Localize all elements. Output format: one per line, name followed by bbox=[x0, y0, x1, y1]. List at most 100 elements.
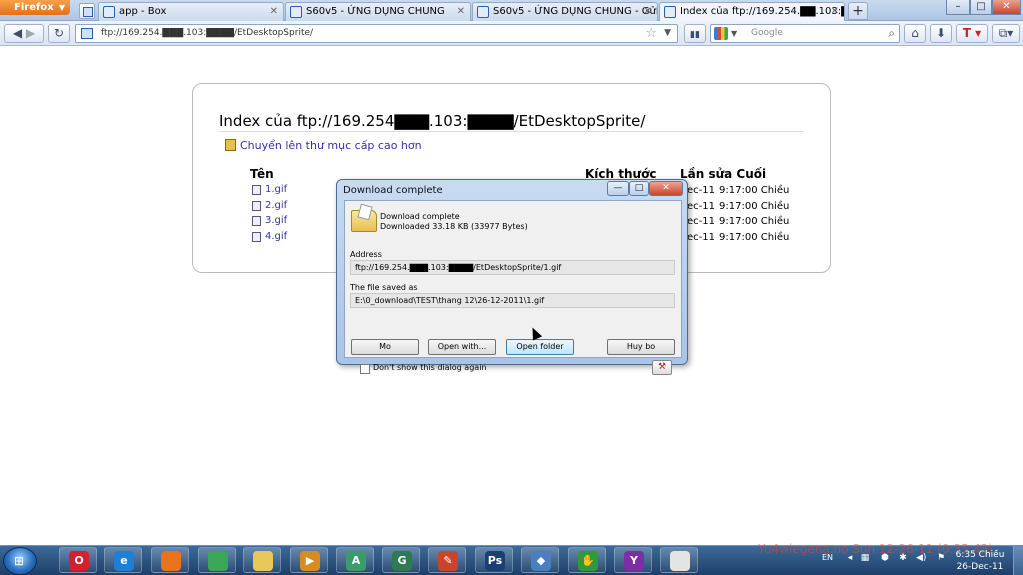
tray-network-icon[interactable]: ▦ bbox=[860, 553, 870, 563]
addon-button[interactable]: ⧉▾ bbox=[992, 24, 1020, 43]
close-icon[interactable]: ✕ bbox=[831, 6, 839, 17]
column-header-modified[interactable]: Lần sửa Cuối bbox=[680, 167, 766, 181]
cancel-button[interactable]: Huy bo bbox=[607, 339, 675, 355]
file-link[interactable]: 2.gif bbox=[252, 200, 287, 211]
search-bar[interactable]: ▼ Google ⌕ bbox=[710, 24, 900, 43]
tab-s60v5[interactable]: S60v5 - ỨNG DỤNG CHUNG ✕ bbox=[285, 2, 471, 21]
column-header-name[interactable]: Tên bbox=[250, 167, 274, 181]
address-field: ftp://169.254.▇▇▇.103:▇▇▇▇/EtDesktopSpri… bbox=[350, 260, 675, 275]
download-complete-dialog: Download complete — □ ✕ Download complet… bbox=[336, 179, 688, 375]
title-divider bbox=[219, 131, 804, 132]
ftp-favicon-icon bbox=[664, 6, 676, 18]
firefox-icon bbox=[161, 551, 181, 571]
navigation-bar: ◀ ▶ ↻ ftp://169.254.▇▇▇.103:▇▇▇▇/EtDeskt… bbox=[0, 21, 1023, 46]
new-tab-button[interactable]: + bbox=[848, 2, 868, 20]
dont-show-again-checkbox[interactable] bbox=[360, 364, 370, 374]
search-placeholder: Google bbox=[751, 28, 783, 38]
dialog-minimize-button[interactable]: — bbox=[607, 181, 629, 196]
file-link[interactable]: 3.gif bbox=[252, 215, 287, 226]
bar-chart-icon: ▮▮ bbox=[690, 30, 700, 40]
tab-ftp-index[interactable]: Index của ftp://169.254.▇▇.103:▇▇/...✕ bbox=[659, 2, 845, 22]
taskbar-app-photoshop[interactable]: Ps bbox=[475, 547, 513, 573]
taskbar-app-yahoo[interactable]: Y bbox=[614, 547, 652, 573]
bookmark-star-icon[interactable]: ☆ bbox=[645, 25, 657, 42]
saved-as-label: The file saved as bbox=[350, 283, 418, 292]
taskbar-app-network[interactable]: ◆ bbox=[521, 547, 559, 573]
tools-icon: ⚒ bbox=[657, 362, 667, 372]
file-link[interactable]: 1.gif bbox=[252, 184, 287, 195]
file-link[interactable]: 4.gif bbox=[252, 231, 287, 242]
parent-directory-link[interactable]: Chuyển lên thư mục cấp cao hơn bbox=[225, 139, 422, 152]
language-indicator[interactable]: EN bbox=[822, 553, 833, 562]
tab-strip: Firefox ▼ app - Box ✕ S60v5 - ỨNG DỤNG CHU… bbox=[0, 0, 1023, 22]
feed-button[interactable]: ▮▮ bbox=[684, 24, 706, 43]
reload-icon: ↻ bbox=[53, 26, 65, 40]
taskbar-app-hand[interactable]: ✋ bbox=[568, 547, 606, 573]
open-button[interactable]: Mo bbox=[351, 339, 419, 355]
minimize-button[interactable]: – bbox=[946, 0, 970, 15]
close-icon[interactable]: ✕ bbox=[270, 6, 278, 17]
taskbar-app-firefox[interactable] bbox=[151, 547, 189, 573]
maximize-button[interactable]: □ bbox=[970, 0, 992, 15]
app-last-icon bbox=[670, 551, 690, 571]
file-time: 9:17:00 Chiều bbox=[719, 185, 790, 196]
translate-button[interactable]: T ▾ bbox=[956, 24, 988, 43]
back-forward-buttons[interactable]: ◀ ▶ bbox=[4, 24, 44, 43]
dont-show-again-label: Don't show this dialog again bbox=[373, 363, 487, 372]
tray-flag-icon[interactable]: ⚑ bbox=[936, 553, 946, 563]
tray-security-icon[interactable]: ⬢ bbox=[880, 553, 890, 563]
search-icon[interactable]: ⌕ bbox=[888, 25, 895, 42]
tab-s60v5-reply[interactable]: S60v5 - ỨNG DỤNG CHUNG - Gửi Ch...✕ bbox=[472, 2, 658, 21]
addon-icon: ⧉▾ bbox=[998, 26, 1014, 40]
dialog-maximize-button[interactable]: □ bbox=[629, 181, 649, 196]
tray-bluetooth-icon[interactable]: ✱ bbox=[898, 553, 908, 563]
file-icon bbox=[252, 216, 261, 226]
close-icon[interactable]: ✕ bbox=[644, 6, 652, 17]
show-desktop-button[interactable] bbox=[1013, 545, 1023, 575]
saved-path-field: E:\0_download\TEST\thang 12\26-12-2011\1… bbox=[350, 293, 675, 308]
downloads-button[interactable]: ⬇ bbox=[930, 24, 952, 43]
taskbar-app-app-a[interactable]: A bbox=[336, 547, 374, 573]
taskbar-app-chrome[interactable] bbox=[198, 547, 236, 573]
taskbar-app-pen[interactable]: ✎ bbox=[428, 547, 466, 573]
clock-time: 6:35 Chiều bbox=[955, 550, 1005, 560]
download-icon: ⬇ bbox=[935, 26, 947, 40]
hand-icon: ✋ bbox=[578, 551, 598, 571]
firefox-menu-button[interactable]: Firefox ▼ bbox=[0, 0, 70, 15]
clock-date: 26-Dec-11 bbox=[956, 562, 1004, 572]
back-arrow-icon[interactable]: ◀ bbox=[13, 26, 22, 40]
downloaded-size: Downloaded 33.18 KB (33977 Bytes) bbox=[380, 222, 528, 231]
dialog-close-button[interactable]: ✕ bbox=[649, 181, 683, 196]
parent-directory-label: Chuyển lên thư mục cấp cao hơn bbox=[240, 139, 422, 152]
taskbar-app-explorer[interactable] bbox=[243, 547, 281, 573]
chevron-down-icon[interactable]: ▼ bbox=[731, 25, 737, 42]
taskbar-app-media[interactable]: ▶ bbox=[290, 547, 328, 573]
taskbar-app-ie[interactable]: e bbox=[104, 547, 142, 573]
tray-volume-icon[interactable]: ◀) bbox=[916, 553, 926, 563]
start-button[interactable]: ⊞ bbox=[3, 547, 37, 575]
yahoo-icon: Y bbox=[624, 551, 644, 571]
open-with-button[interactable]: Open with... bbox=[428, 339, 496, 355]
site-identity-icon[interactable] bbox=[81, 28, 93, 39]
taskbar-app-app-g[interactable]: G bbox=[382, 547, 420, 573]
pen-icon: ✎ bbox=[438, 551, 458, 571]
ie-icon: e bbox=[114, 551, 134, 571]
close-window-button[interactable]: ✕ bbox=[992, 0, 1021, 15]
dialog-tools-button[interactable]: ⚒ bbox=[652, 360, 672, 375]
close-icon[interactable]: ✕ bbox=[457, 6, 465, 17]
pinned-tab-1[interactable] bbox=[79, 3, 95, 19]
chevron-down-icon[interactable]: ▼ bbox=[664, 25, 671, 42]
tab-app-box[interactable]: app - Box ✕ bbox=[98, 2, 284, 21]
taskbar-app-opera[interactable]: O bbox=[59, 547, 97, 573]
open-folder-button[interactable]: Open folder bbox=[506, 339, 574, 355]
url-bar[interactable]: ftp://169.254.▇▇▇.103:▇▇▇▇/EtDesktopSpri… bbox=[75, 24, 678, 43]
explorer-icon bbox=[253, 551, 273, 571]
home-button[interactable]: ⌂ bbox=[904, 24, 926, 43]
system-clock[interactable]: 6:35 Chiều 26-Dec-11 bbox=[955, 549, 1005, 573]
reload-button[interactable]: ↻ bbox=[48, 24, 70, 43]
tray-chevron-icon[interactable]: ◂ bbox=[845, 553, 855, 563]
taskbar-app-app-last[interactable] bbox=[660, 547, 698, 573]
forward-arrow-icon[interactable]: ▶ bbox=[26, 26, 35, 40]
google-icon[interactable] bbox=[714, 27, 728, 40]
url-text: ftp://169.254.▇▇▇.103:▇▇▇▇/EtDesktopSpri… bbox=[101, 28, 314, 38]
